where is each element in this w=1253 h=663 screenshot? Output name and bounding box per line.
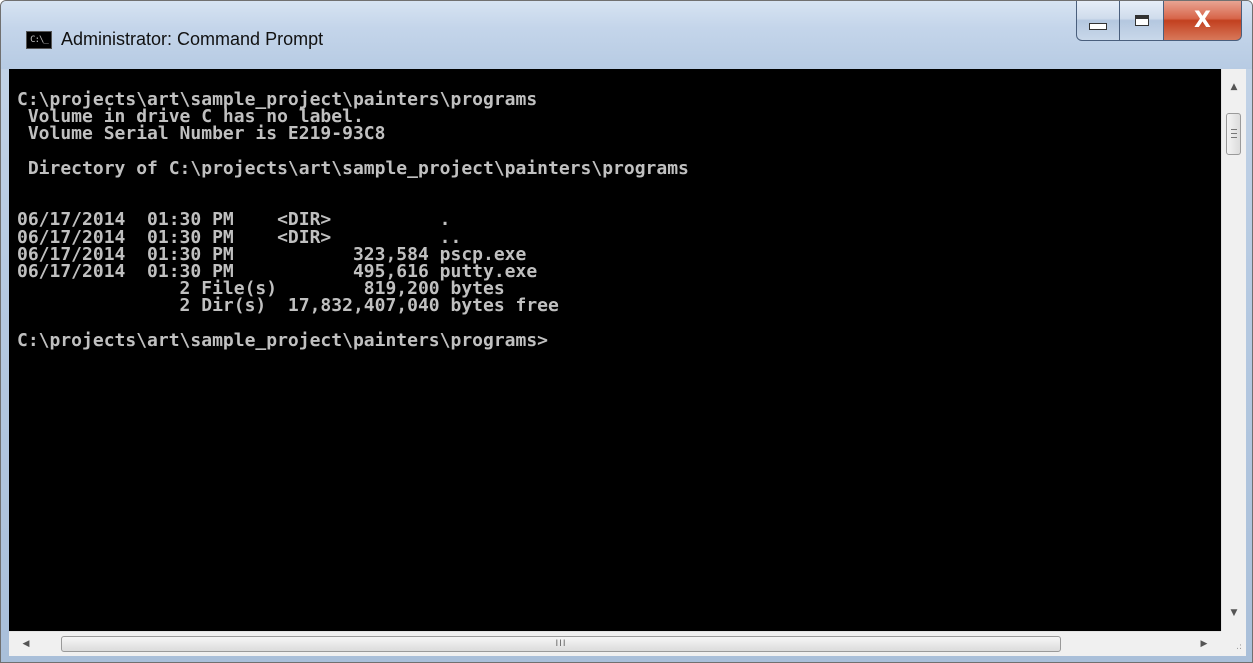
scroll-up-arrow-icon[interactable]: ▲ [1222, 77, 1246, 97]
console-text: C:\projects\art\sample_project\painters\… [17, 91, 1221, 351]
close-button[interactable]: X [1164, 1, 1242, 41]
thumb-grip-line [1231, 129, 1237, 130]
horizontal-scroll-thumb[interactable]: III [61, 636, 1061, 652]
console-line: 2 Dir(s) 17,832,407,040 bytes free [17, 295, 559, 317]
console-line: Directory of C:\projects\art\sample_proj… [17, 157, 689, 179]
window-title: Administrator: Command Prompt [61, 29, 324, 49]
maximize-button[interactable] [1120, 1, 1164, 41]
minimize-icon [1089, 23, 1107, 30]
console-line: C:\projects\art\sample_project\painters\… [17, 329, 549, 351]
resize-grip-icon: .: [1236, 642, 1242, 652]
horizontal-scrollbar[interactable]: ◀ III ▶ [9, 631, 1221, 656]
console-output-area[interactable]: C:\projects\art\sample_project\painters\… [9, 69, 1221, 631]
scroll-down-arrow-icon[interactable]: ▼ [1222, 603, 1246, 623]
caption-buttons: X [1076, 1, 1242, 41]
close-icon: X [1194, 8, 1211, 33]
vertical-scrollbar[interactable]: ▲ ▼ [1221, 69, 1246, 631]
maximize-icon [1134, 15, 1149, 26]
title-bar[interactable]: C:\_ Administrator: Command Prompt X [1, 1, 1252, 69]
scroll-right-arrow-icon[interactable]: ▶ [1193, 632, 1215, 656]
thumb-grip-line [1231, 133, 1237, 134]
thumb-grip-line [1231, 137, 1237, 138]
resize-grip[interactable]: .: [1221, 631, 1246, 656]
scroll-left-arrow-icon[interactable]: ◀ [15, 632, 37, 656]
console-app-icon[interactable]: C:\_ [26, 31, 52, 49]
minimize-button[interactable] [1076, 1, 1120, 41]
vertical-scroll-thumb[interactable] [1226, 113, 1241, 155]
console-line: Volume Serial Number is E219-93C8 [17, 123, 386, 145]
command-prompt-window: C:\_ Administrator: Command Prompt X C:\… [0, 0, 1253, 663]
